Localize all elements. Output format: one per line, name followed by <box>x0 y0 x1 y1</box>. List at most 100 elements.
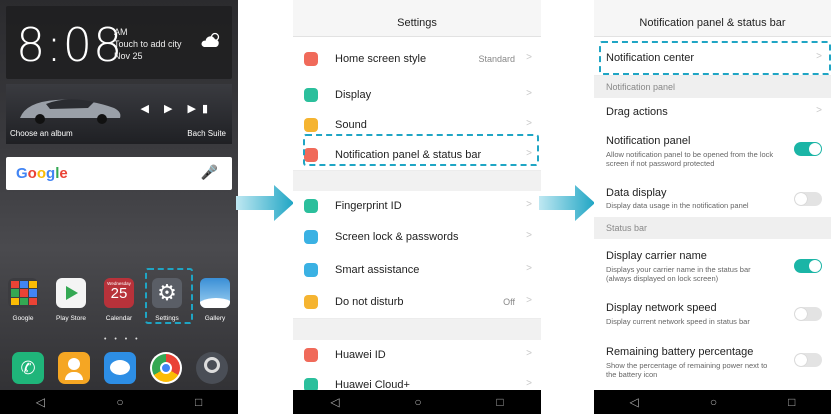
chrome-icon[interactable] <box>150 352 182 384</box>
item-description: Allow notification panel to be opened fr… <box>606 150 774 168</box>
item-label: Huawei ID <box>335 349 386 361</box>
recents-icon[interactable]: □ <box>496 395 503 409</box>
mic-icon[interactable]: 🎤 <box>201 164 218 181</box>
item-label: Display network speed <box>606 302 717 314</box>
recents-icon[interactable]: □ <box>788 395 795 409</box>
data-display-item[interactable]: Data display Display data usage in the n… <box>594 170 831 218</box>
arrow-right-icon <box>236 185 294 221</box>
notification-settings-screen: Notification panel & status bar Notifica… <box>594 0 831 414</box>
lock-icon <box>304 230 318 244</box>
sound-icon <box>304 118 318 132</box>
section-title: Status bar <box>606 223 648 233</box>
app-google[interactable]: Google <box>0 278 46 322</box>
section-header-status: Status bar <box>594 217 831 239</box>
chevron-right-icon: > <box>816 105 822 116</box>
settings-screen: Settings Home screen style Standard > Di… <box>293 0 541 414</box>
app-play-store[interactable]: Play Store <box>48 278 94 322</box>
app-gallery[interactable]: Gallery <box>192 278 238 322</box>
app-label: Google <box>12 315 34 322</box>
data-display-toggle[interactable] <box>794 192 822 206</box>
clock-time: 8:08 <box>16 18 124 72</box>
item-description: Display current network speed in status … <box>606 317 750 326</box>
chevron-right-icon: > <box>526 88 532 99</box>
weather-prompt: Touch to add city <box>114 39 182 49</box>
item-value: Off <box>503 297 515 307</box>
item-label: Screen lock & passwords <box>335 231 459 243</box>
phone-icon[interactable]: ✆ <box>12 352 44 384</box>
notification-item-highlight <box>303 134 539 166</box>
back-icon[interactable]: ◁ <box>36 395 45 409</box>
settings-item-smart-assistance[interactable]: Smart assistance > <box>293 254 541 287</box>
home-icon[interactable]: ○ <box>710 395 717 409</box>
contacts-icon[interactable] <box>58 352 90 384</box>
settings-item-huawei-id[interactable]: Huawei ID > <box>293 340 541 371</box>
network-speed-toggle[interactable] <box>794 307 822 321</box>
moon-icon <box>304 295 318 309</box>
network-speed-item[interactable]: Display network speed Display current ne… <box>594 292 831 335</box>
carrier-name-toggle[interactable] <box>794 259 822 273</box>
app-label: Calendar <box>105 315 133 322</box>
settings-item-display[interactable]: Display > <box>293 80 541 111</box>
back-icon[interactable]: ◁ <box>330 395 339 409</box>
item-label: Display carrier name <box>606 250 707 262</box>
app-label: Gallery <box>204 315 226 322</box>
chevron-right-icon: > <box>526 348 532 359</box>
back-icon[interactable]: ◁ <box>630 395 639 409</box>
chevron-right-icon: > <box>526 118 532 129</box>
item-label: Remaining battery percentage <box>606 346 754 358</box>
item-label: Display <box>335 89 372 101</box>
item-description: Show the percentage of remaining power n… <box>606 361 768 379</box>
section-header-panel: Notification panel <box>594 76 831 98</box>
notification-panel-item[interactable]: Notification panel Allow notification pa… <box>594 126 831 171</box>
item-label: Sound <box>335 119 367 131</box>
settings-item-do-not-disturb[interactable]: Do not disturb Off > <box>293 286 541 319</box>
clock-weather-widget[interactable]: 8:08 AM Touch to add city Nov 25 <box>6 6 232 79</box>
choose-album-label[interactable]: Choose an album <box>10 129 73 138</box>
settings-item-screen-lock[interactable]: Screen lock & passwords > <box>293 221 541 255</box>
battery-percentage-item[interactable]: Remaining battery percentage Show the pe… <box>594 334 831 391</box>
item-label: Fingerprint ID <box>335 200 402 212</box>
navigation-bar: ◁ ○ □ <box>0 390 238 414</box>
battery-percentage-toggle[interactable] <box>794 353 822 367</box>
assistance-icon <box>304 263 318 277</box>
google-folder-icon <box>8 278 38 308</box>
home-screen: 8:08 AM Touch to add city Nov 25 ◀ ▶ ▶▮ … <box>0 0 238 414</box>
chevron-right-icon: > <box>526 378 532 389</box>
item-label: Home screen style <box>335 53 427 65</box>
app-label: Play Store <box>56 315 86 322</box>
item-label: Do not disturb <box>335 296 404 308</box>
notification-panel-toggle[interactable] <box>794 142 822 156</box>
google-search-bar[interactable]: Google 🎤 <box>6 157 232 190</box>
home-icon[interactable]: ○ <box>414 395 421 409</box>
chevron-right-icon: > <box>526 199 532 210</box>
track-title: Bach Suite <box>187 129 226 138</box>
page-title: Notification panel & status bar <box>594 0 831 37</box>
settings-item-fingerprint[interactable]: Fingerprint ID > <box>293 191 541 222</box>
play-store-icon <box>56 278 86 308</box>
dock: ✆ <box>0 348 238 388</box>
home-icon[interactable]: ○ <box>116 395 123 409</box>
arrow-right-icon <box>539 185 595 221</box>
notification-center-highlight <box>599 41 831 75</box>
calendar-day: 25 <box>110 285 128 302</box>
messaging-icon[interactable] <box>104 352 136 384</box>
item-label: Drag actions <box>606 106 668 118</box>
music-widget[interactable]: ◀ ▶ ▶▮ Choose an album Bach Suite <box>6 84 232 144</box>
carrier-name-item[interactable]: Display carrier name Displays your carri… <box>594 239 831 293</box>
recents-icon[interactable]: □ <box>195 395 202 409</box>
clock-info: AM Touch to add city Nov 25 <box>114 26 182 62</box>
music-controls[interactable]: ◀ ▶ ▶▮ <box>140 102 214 115</box>
item-description: Display data usage in the notification p… <box>606 201 749 210</box>
navigation-bar: ◁ ○ □ <box>293 390 541 414</box>
car-image <box>20 99 121 124</box>
camera-icon[interactable] <box>196 352 228 384</box>
section-title: Notification panel <box>606 82 676 92</box>
display-icon <box>304 88 318 102</box>
app-calendar[interactable]: Wednesday 25 Calendar <box>96 278 142 322</box>
chevron-right-icon: > <box>526 263 532 274</box>
calendar-icon: Wednesday 25 <box>104 278 134 308</box>
drag-actions-item[interactable]: Drag actions > <box>594 98 831 127</box>
navigation-bar: ◁ ○ □ <box>594 390 831 414</box>
settings-item-home-screen-style[interactable]: Home screen style Standard > <box>293 37 541 81</box>
item-label: Notification panel <box>606 135 691 147</box>
